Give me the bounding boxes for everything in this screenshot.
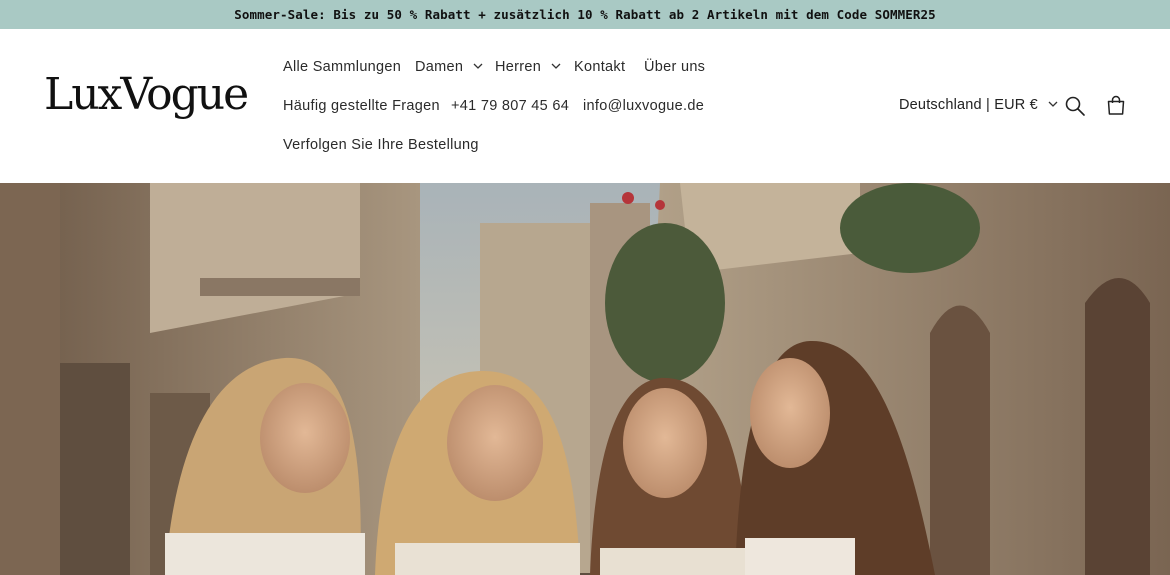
announcement-bar: Sommer-Sale: Bis zu 50 % Rabatt + zusätz… [0, 0, 1170, 29]
nav-label: info@luxvogue.de [583, 98, 705, 114]
announcement-text: Sommer-Sale: Bis zu 50 % Rabatt + zusätz… [234, 7, 936, 22]
cart-icon[interactable] [1104, 94, 1128, 118]
nav-label: Häufig gestellte Fragen [283, 98, 440, 114]
locale-selector[interactable]: Deutschland | EUR € [899, 97, 1058, 113]
nav-men[interactable]: Herren [495, 59, 561, 75]
hero-image [0, 183, 1170, 575]
nav-about[interactable]: Über uns [644, 59, 705, 75]
nav-label: Kontakt [574, 59, 626, 75]
chevron-down-icon [1048, 99, 1058, 109]
chevron-down-icon [551, 61, 561, 71]
nav-label: Herren [495, 59, 542, 75]
nav-label: Damen [415, 59, 464, 75]
nav-faq[interactable]: Häufig gestellte Fragen [283, 98, 440, 114]
nav-track-order[interactable]: Verfolgen Sie Ihre Bestellung [283, 137, 479, 153]
nav-all-collections[interactable]: Alle Sammlungen [283, 59, 401, 75]
locale-label: Deutschland | EUR € [899, 97, 1038, 113]
search-icon[interactable] [1063, 94, 1087, 118]
nav-email[interactable]: info@luxvogue.de [583, 98, 704, 114]
nav-label: Verfolgen Sie Ihre Bestellung [283, 137, 479, 153]
hero-illustration [0, 183, 1170, 575]
logo[interactable]: LuxVogue [44, 73, 249, 117]
nav-contact[interactable]: Kontakt [574, 59, 625, 75]
nav-women[interactable]: Damen [415, 59, 483, 75]
site-header: LuxVogue Alle Sammlungen Damen Herren Ko… [0, 29, 1170, 183]
nav-label: Über uns [644, 59, 706, 75]
nav-phone[interactable]: +41 79 807 45 64 [451, 98, 569, 114]
chevron-down-icon [473, 61, 483, 71]
nav-label: Alle Sammlungen [283, 59, 402, 75]
nav-label: +41 79 807 45 64 [451, 98, 570, 114]
